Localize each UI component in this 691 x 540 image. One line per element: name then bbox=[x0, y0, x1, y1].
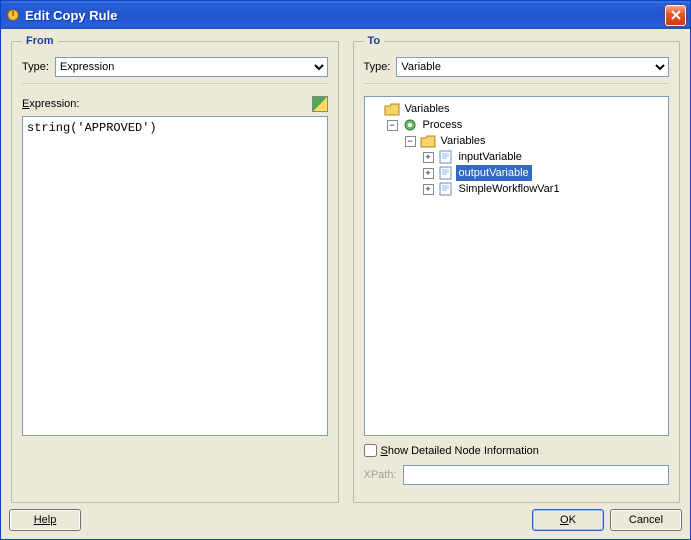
to-type-label: Type: bbox=[364, 61, 391, 73]
show-detail-label[interactable]: Show Detailed Node Information bbox=[381, 445, 539, 457]
show-detail-checkbox[interactable] bbox=[364, 444, 377, 457]
to-legend: To bbox=[364, 35, 385, 47]
from-panel: From Type: Expression Expression: bbox=[11, 35, 339, 503]
variable-icon bbox=[438, 150, 454, 164]
variable-icon bbox=[438, 166, 454, 180]
tree-item-outputvariable[interactable]: + outputVariable bbox=[423, 165, 667, 181]
separator bbox=[364, 83, 670, 84]
tree-twist-blank bbox=[369, 104, 380, 115]
tree-item-simpleworkflowvar1[interactable]: + SimpleWorkflowVar1 bbox=[423, 181, 667, 197]
tree-label: inputVariable bbox=[456, 149, 525, 165]
folder-icon bbox=[384, 102, 400, 116]
tree-label: outputVariable bbox=[456, 165, 532, 181]
variable-tree[interactable]: Variables − Process bbox=[364, 96, 670, 436]
separator bbox=[22, 83, 328, 84]
tree-label: Variables bbox=[438, 133, 489, 149]
folder-icon bbox=[420, 134, 436, 148]
close-button[interactable] bbox=[665, 5, 686, 26]
dialog-window: Edit Copy Rule From Type: Expression Exp… bbox=[0, 0, 691, 540]
variable-icon bbox=[438, 182, 454, 196]
tree-collapse-icon[interactable]: − bbox=[387, 120, 398, 131]
tree-item-inputvariable[interactable]: + inputVariable bbox=[423, 149, 667, 165]
expression-builder-icon[interactable] bbox=[312, 96, 328, 112]
dialog-footer: Help OK Cancel bbox=[9, 509, 682, 531]
from-type-select[interactable]: Expression bbox=[55, 57, 328, 77]
titlebar[interactable]: Edit Copy Rule bbox=[1, 1, 690, 29]
tree-root-variables[interactable]: Variables bbox=[369, 101, 667, 117]
expression-label: Expression: bbox=[22, 98, 79, 110]
tree-label: SimpleWorkflowVar1 bbox=[456, 181, 563, 197]
from-legend: From bbox=[22, 35, 58, 47]
tree-process[interactable]: − Process bbox=[387, 117, 667, 133]
xpath-input[interactable] bbox=[403, 465, 669, 485]
cancel-button[interactable]: Cancel bbox=[610, 509, 682, 531]
tree-label: Process bbox=[420, 117, 466, 133]
expression-textarea[interactable] bbox=[22, 116, 328, 436]
dialog-body: From Type: Expression Expression: To bbox=[1, 29, 690, 539]
tree-expand-icon[interactable]: + bbox=[423, 152, 434, 163]
tree-expand-icon[interactable]: + bbox=[423, 168, 434, 179]
window-title: Edit Copy Rule bbox=[25, 8, 665, 23]
tree-variables-folder[interactable]: − Variables bbox=[405, 133, 667, 149]
help-button[interactable]: Help bbox=[9, 509, 81, 531]
tree-expand-icon[interactable]: + bbox=[423, 184, 434, 195]
to-type-select[interactable]: Variable bbox=[396, 57, 669, 77]
xpath-label: XPath: bbox=[364, 469, 397, 481]
panels: From Type: Expression Expression: To bbox=[9, 35, 682, 503]
process-icon bbox=[402, 118, 418, 132]
to-panel: To Type: Variable bbox=[353, 35, 681, 503]
tree-collapse-icon[interactable]: − bbox=[405, 136, 416, 147]
ok-button[interactable]: OK bbox=[532, 509, 604, 531]
app-icon bbox=[5, 7, 21, 23]
from-type-label: Type: bbox=[22, 61, 49, 73]
tree-label: Variables bbox=[402, 101, 453, 117]
